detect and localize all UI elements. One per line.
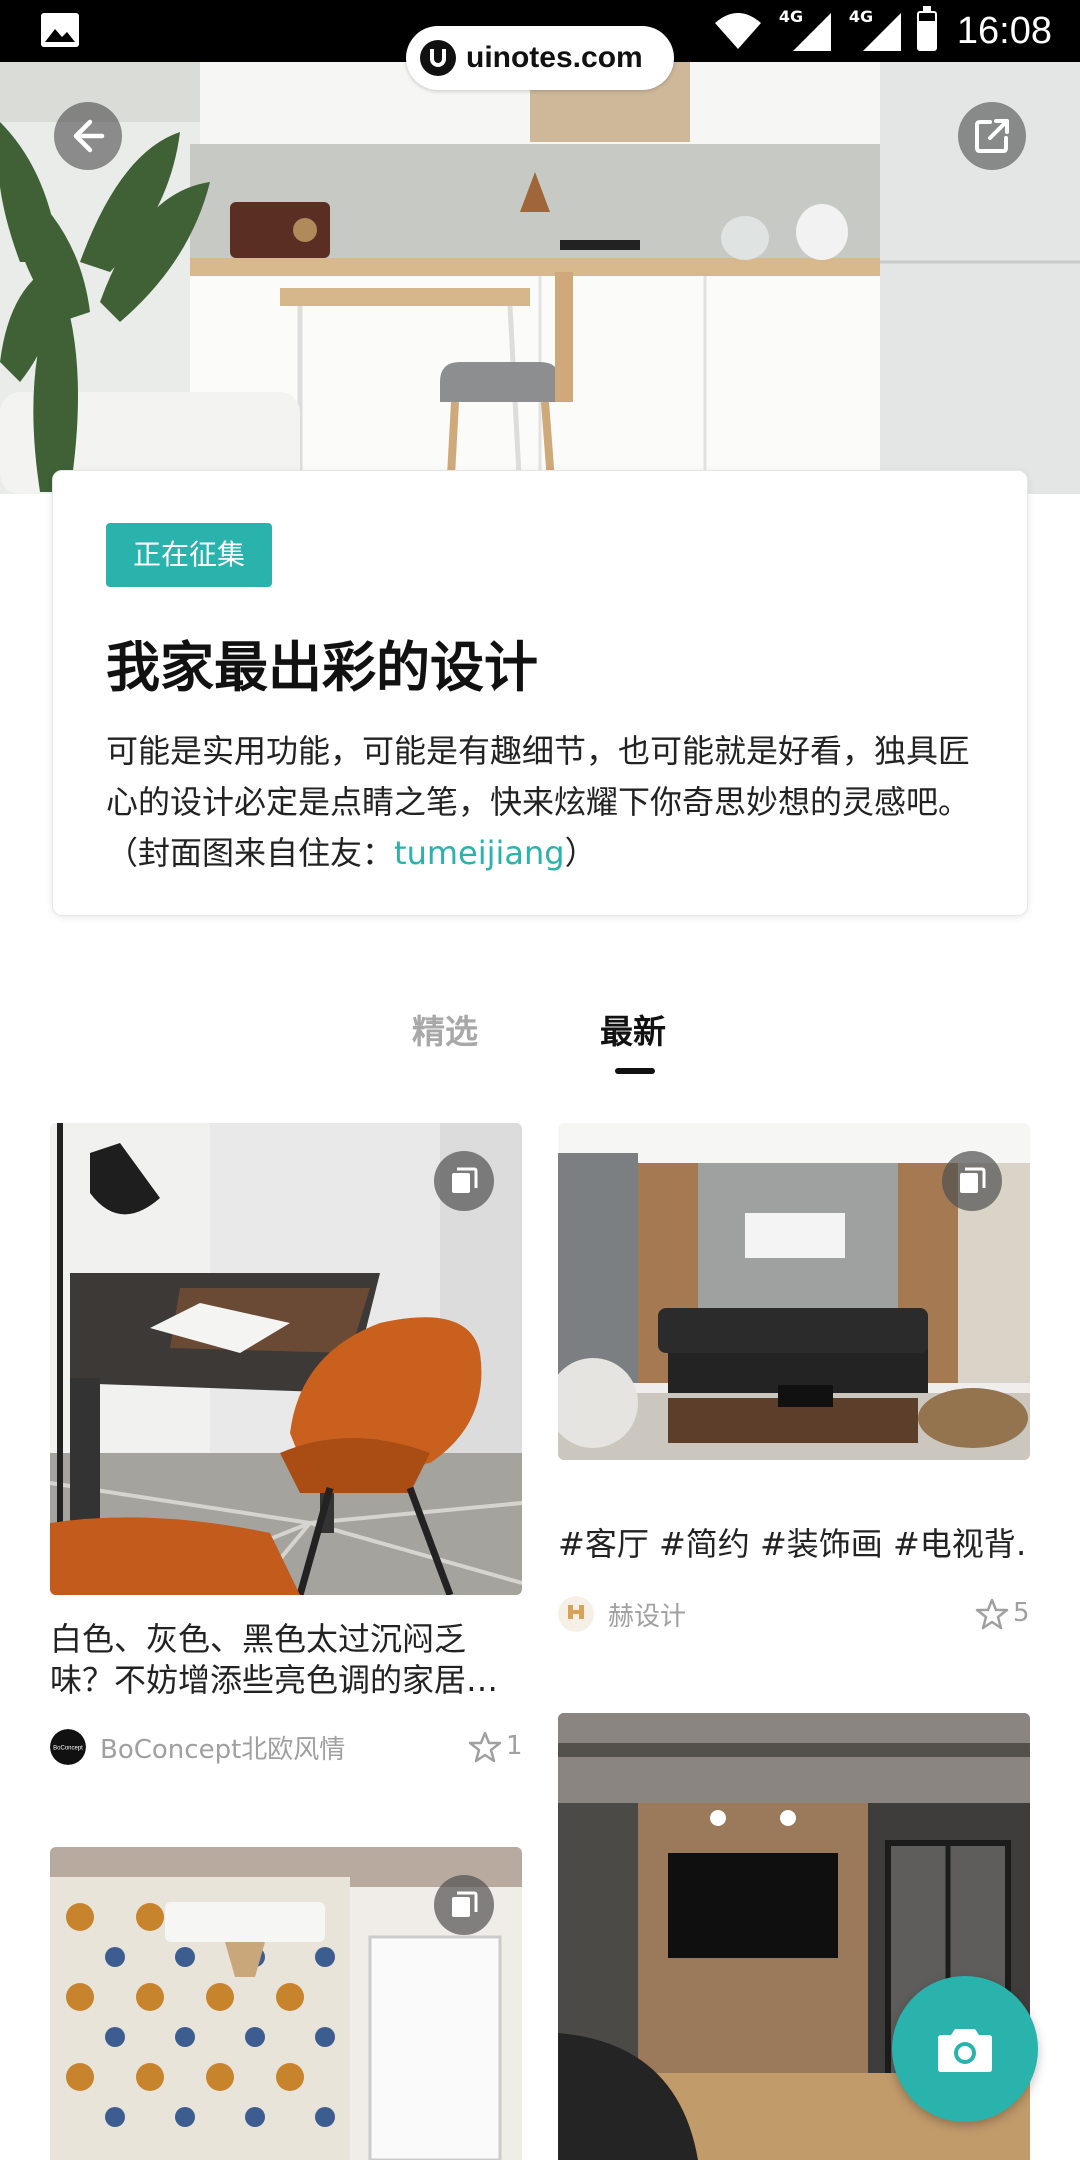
topic-title: 我家最出彩的设计 bbox=[106, 636, 538, 699]
multi-image-badge bbox=[942, 1151, 1002, 1211]
network-type-2: 4G bbox=[848, 7, 874, 26]
topic-card: 正在征集 我家最出彩的设计 可能是实用功能，可能是有趣细节，也可能就是好看，独具… bbox=[52, 470, 1028, 916]
camera-button[interactable] bbox=[892, 1976, 1038, 2122]
network-type-1: 4G bbox=[778, 7, 804, 26]
avatar-brand-text: BoConcept bbox=[53, 1746, 83, 1752]
topic-description: 可能是实用功能，可能是有趣细节，也可能就是好看，独具匠心的设计必定是点睛之笔，快… bbox=[106, 726, 976, 879]
active-tab-indicator bbox=[615, 1068, 655, 1074]
multi-image-icon bbox=[452, 1891, 478, 1917]
cell-signal-2-icon: 4G bbox=[847, 7, 903, 53]
star-count: 5 bbox=[1013, 1598, 1030, 1628]
author-name[interactable]: BoConcept北欧风情 bbox=[100, 1729, 345, 1766]
star-icon[interactable] bbox=[468, 1730, 502, 1764]
tab-latest[interactable]: 最新 bbox=[600, 1005, 666, 1053]
camera-icon bbox=[938, 2029, 992, 2072]
share-button[interactable] bbox=[958, 102, 1026, 170]
status-badge: 正在征集 bbox=[106, 523, 273, 587]
uinotes-logo-icon bbox=[420, 40, 456, 76]
share-external-icon bbox=[975, 119, 1009, 153]
post-title[interactable]: 白色、灰色、黑色太过沉闷乏味？不妨增添些亮色调的家居… bbox=[50, 1619, 522, 1701]
author-avatar bbox=[558, 1596, 594, 1632]
star-count: 1 bbox=[506, 1731, 523, 1761]
watermark-text: uinotes.com bbox=[466, 41, 643, 74]
cell-signal-1-icon: 4G bbox=[777, 7, 833, 53]
multi-image-icon bbox=[960, 1167, 986, 1193]
multi-image-badge bbox=[434, 1151, 494, 1211]
battery-icon bbox=[916, 6, 937, 51]
star-icon[interactable] bbox=[975, 1597, 1009, 1631]
tab-featured[interactable]: 精选 bbox=[412, 1005, 478, 1053]
arrow-left-icon bbox=[73, 119, 105, 153]
wifi-icon bbox=[714, 13, 761, 49]
author-name[interactable]: 赫设计 bbox=[608, 1596, 686, 1633]
hero-cover-image bbox=[0, 62, 1080, 494]
multi-image-badge bbox=[434, 1875, 494, 1935]
watermark: uinotes.com bbox=[406, 26, 674, 90]
cover-credit-link[interactable]: tumeijiang bbox=[394, 834, 565, 872]
topic-description-end: ） bbox=[564, 834, 597, 872]
post-title[interactable]: #客厅 #简约 #装饰画 #电视背… bbox=[558, 1524, 1030, 1565]
multi-image-icon bbox=[452, 1167, 478, 1193]
status-time: 16:08 bbox=[956, 9, 1052, 52]
back-button[interactable] bbox=[54, 102, 122, 170]
author-avatar: BoConcept bbox=[50, 1729, 86, 1765]
gallery-notification-icon bbox=[41, 13, 79, 47]
